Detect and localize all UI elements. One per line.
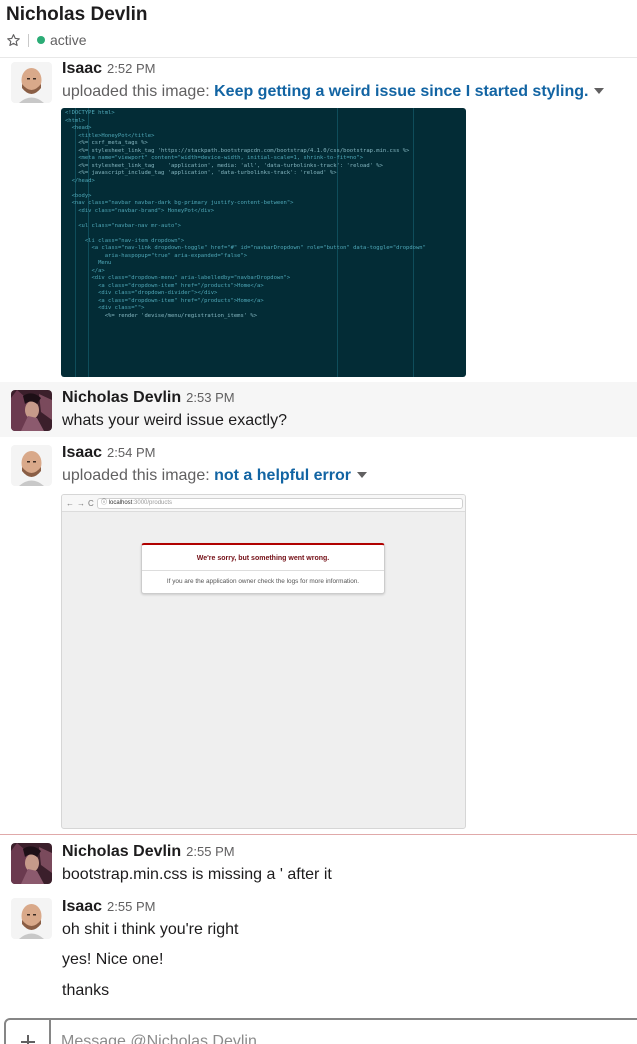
code-line: <a class="dropdown-item" href="/products… [65, 282, 264, 289]
presence-dot-icon [37, 36, 45, 44]
code-line: <div class="dropdown-menu" aria-labelled… [65, 275, 291, 281]
code-line: <html> [65, 117, 85, 124]
code-line: <%= javascript_include_tag 'application'… [65, 170, 337, 176]
code-line: <div class="navbar-brand"> HoneyPot</div… [65, 207, 215, 214]
code-line: <%= stylesheet_link_tag 'application', m… [65, 162, 383, 169]
message-timestamp[interactable]: 2:55 PM [186, 844, 234, 859]
message-text: yes! Nice one! [62, 951, 164, 968]
error-card: We're sorry, but something went wrong. I… [141, 543, 385, 594]
sender-name[interactable]: Isaac [62, 444, 102, 461]
message-sender[interactable]: Nicholas Devlin 2:55 PM [62, 843, 235, 861]
avatar-isaac[interactable] [11, 445, 52, 486]
code-line: <li class="nav-item dropdown"> [65, 237, 185, 244]
sender-name[interactable]: Isaac [62, 60, 102, 77]
sender-name[interactable]: Isaac [62, 898, 102, 915]
code-line: <a class="nav-link dropdown-toggle" href… [65, 245, 426, 251]
upload-line: uploaded this image: Keep getting a weir… [62, 83, 605, 101]
browser-nav-icons: ←→C [66, 499, 97, 508]
code-line: <ul class="navbar-nav mr-auto"> [65, 222, 181, 229]
message-sender[interactable]: Nicholas Devlin 2:53 PM [62, 389, 235, 407]
error-title: We're sorry, but something went wrong. [196, 555, 330, 562]
browser-url-bar: ⓘ localhost:3000/products [97, 498, 463, 509]
code-line: <%= render 'devise/menu/registration_ite… [65, 312, 258, 319]
upload-prefix: uploaded this image: [62, 467, 210, 484]
sender-name[interactable]: Nicholas Devlin [62, 843, 181, 860]
message-nicholas-2: Nicholas Devlin 2:55 PM bootstrap.min.css… [0, 837, 637, 892]
message-composer [4, 1018, 637, 1044]
code-line: <div class=""> [65, 305, 145, 311]
file-menu-caret-icon[interactable] [357, 472, 368, 478]
avatar-isaac[interactable] [11, 62, 52, 103]
avatar-nicholas[interactable] [11, 390, 52, 431]
message-timestamp[interactable]: 2:54 PM [107, 445, 155, 460]
url-host: localhost [108, 500, 133, 506]
star-icon[interactable] [6, 33, 21, 48]
code-line: <div class="dropdown-divider"></div> [65, 290, 218, 296]
browser-toolbar: ←→C ⓘ localhost:3000/products [62, 495, 465, 512]
code-screenshot-image[interactable]: <!DOCTYPE html> <html> <head> <title>Hone… [61, 108, 466, 377]
conversation-title[interactable]: Nicholas Devlin [6, 4, 148, 26]
add-attachment-button[interactable] [6, 1020, 51, 1044]
message-sender[interactable]: Isaac 2:52 PM [62, 60, 155, 78]
code-line: <%= stylesheet_link_tag 'https://stackpa… [65, 147, 410, 154]
avatar-nicholas[interactable] [11, 843, 52, 884]
code-line: <body> [65, 192, 92, 199]
error-separator [142, 570, 384, 571]
url-path: :3000/products [132, 500, 173, 506]
code-line: aria-haspopup="true" aria-expanded="fals… [65, 252, 248, 259]
error-screenshot-image[interactable]: ←→C ⓘ localhost:3000/products We're sorr… [61, 494, 466, 829]
code-line: <%= csrf_meta_tags %> [65, 140, 148, 146]
message-timestamp[interactable]: 2:55 PM [107, 899, 155, 914]
message-sender[interactable]: Isaac 2:55 PM [62, 898, 155, 916]
avatar-isaac[interactable] [11, 898, 52, 939]
code-line: </head> [65, 177, 95, 184]
code-line: <head> [65, 125, 92, 131]
message-timestamp[interactable]: 2:53 PM [186, 390, 234, 405]
message-isaac-3: Isaac 2:55 PM oh shit i think you're righ… [0, 893, 637, 1008]
message-text: oh shit i think you're right [62, 921, 239, 938]
code-line: <a class="dropdown-item" href="/products… [65, 297, 264, 304]
code-line: <meta name="viewport" content="width=dev… [65, 155, 364, 161]
error-body: If you are the application owner check t… [166, 578, 360, 585]
code-line: </a> [65, 267, 105, 274]
conversation-header: Nicholas Devlin active [0, 0, 637, 58]
code-line: <nav class="navbar navbar-dark bg-primar… [65, 200, 294, 206]
new-messages-divider [0, 834, 637, 835]
message-text: thanks [62, 982, 110, 999]
sender-name[interactable]: Nicholas Devlin [62, 389, 181, 406]
conversation-meta: active [6, 31, 87, 49]
message-input[interactable] [61, 1030, 621, 1044]
file-menu-caret-icon[interactable] [594, 88, 605, 94]
code-line: <title>HoneyPot</title> [65, 132, 155, 139]
file-title-link[interactable]: Keep getting a weird issue since I start… [214, 83, 588, 100]
plus-icon [20, 1035, 35, 1044]
code-line: Menu [65, 260, 112, 266]
message-text: whats your weird issue exactly? [62, 412, 287, 429]
message-timestamp[interactable]: 2:52 PM [107, 61, 155, 76]
upload-line: uploaded this image: not a helpful error [62, 467, 368, 485]
meta-divider [28, 33, 29, 47]
presence-status: active [50, 32, 87, 48]
message-sender[interactable]: Isaac 2:54 PM [62, 444, 155, 462]
message-nicholas-1: Nicholas Devlin 2:53 PM whats your weird … [0, 382, 637, 437]
file-title-link[interactable]: not a helpful error [214, 467, 351, 484]
message-text: bootstrap.min.css is missing a ' after i… [62, 866, 332, 883]
upload-prefix: uploaded this image: [62, 83, 210, 100]
code-line: <!DOCTYPE html> [65, 110, 115, 116]
